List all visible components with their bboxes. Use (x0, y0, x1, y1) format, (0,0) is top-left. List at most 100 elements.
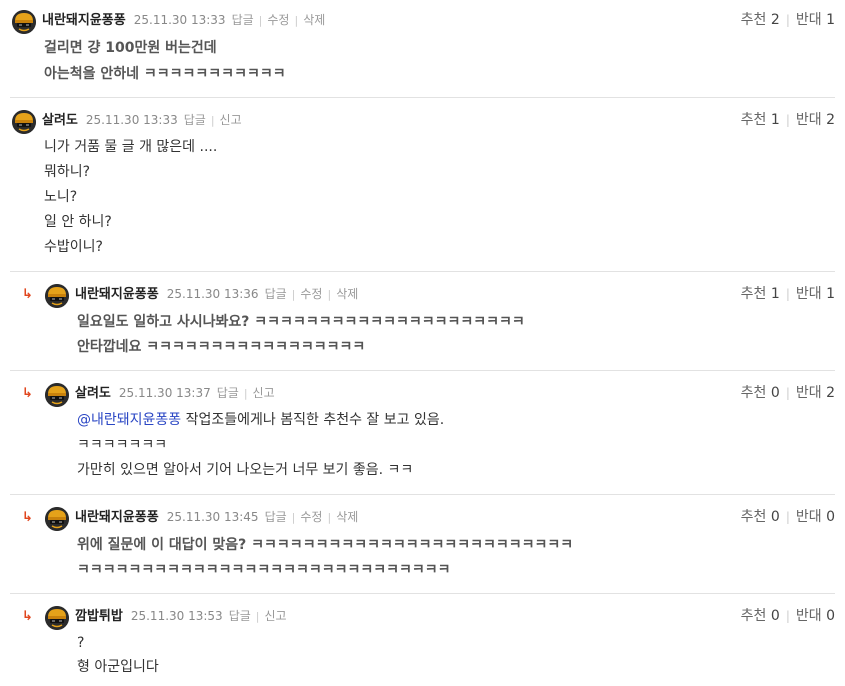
comment-author[interactable]: 살려도 (75, 386, 111, 401)
comment-author[interactable]: 살려도 (42, 113, 78, 128)
comment-line: 안타깝네요 ㅋㅋㅋㅋㅋㅋㅋㅋㅋㅋㅋㅋㅋㅋㅋㅋㅋ (77, 339, 366, 355)
comment-line: 노니? (44, 189, 78, 205)
upvote-label: 추천 (740, 509, 767, 525)
report-button[interactable]: 신고 (265, 609, 287, 623)
comment-line: 니가 거품 물 글 개 많은데 .... (44, 139, 218, 155)
downvote-count: 0 (826, 509, 835, 525)
reply-button[interactable]: 답글 (265, 287, 287, 301)
upvote-button[interactable]: 추천 2 (741, 12, 780, 28)
delete-button[interactable]: 삭제 (303, 13, 325, 27)
reply-arrow-icon: ↳ (22, 287, 33, 302)
comment-line: 가만히 있으면 알아서 기어 나오는거 너무 보기 좋음. ㅋㅋ (77, 462, 414, 478)
vote-box: 추천 2 | 반대 1 (741, 10, 835, 30)
comment-line: ? (77, 635, 85, 651)
upvote-label: 추천 (740, 112, 767, 128)
upvote-label: 추천 (740, 385, 767, 401)
report-button[interactable]: 신고 (253, 386, 275, 400)
downvote-count: 1 (826, 286, 835, 302)
upvote-count: 0 (770, 608, 780, 624)
divider: | (210, 114, 215, 127)
reply-arrow-icon: ↳ (22, 510, 33, 525)
comment-date: 25.11.30 13:45 (166, 510, 259, 524)
divider: | (258, 14, 263, 27)
upvote-button[interactable]: 추천 0 (741, 385, 780, 401)
divider (10, 97, 835, 98)
edit-button[interactable]: 수정 (267, 13, 289, 27)
downvote-label: 반대 (795, 608, 822, 624)
upvote-count: 1 (770, 286, 780, 302)
upvote-button[interactable]: 추천 1 (741, 286, 780, 302)
divider: | (785, 609, 790, 623)
divider (10, 271, 835, 272)
divider: | (785, 510, 790, 524)
vote-box: 추천 0 | 반대 0 (741, 507, 835, 527)
downvote-label: 반대 (795, 12, 822, 28)
upvote-label: 추천 (740, 12, 767, 28)
comment-date: 25.11.30 13:33 (85, 113, 178, 127)
vote-box: 추천 0 | 반대 0 (741, 606, 835, 626)
comment-line: 수밥이니? (44, 239, 103, 255)
upvote-count: 2 (770, 12, 780, 28)
comment-date: 25.11.30 13:53 (130, 609, 223, 623)
divider: | (243, 387, 248, 400)
divider: | (785, 386, 790, 400)
reply-arrow-icon: ↳ (22, 386, 33, 401)
reply-button[interactable]: 답글 (217, 386, 239, 400)
downvote-label: 반대 (795, 112, 822, 128)
comment-author[interactable]: 내란돼지윤퐁퐁 (75, 510, 159, 525)
comment-line: 뭐하니? (44, 164, 91, 180)
upvote-button[interactable]: 추천 0 (741, 509, 780, 525)
comment-author[interactable]: 내란돼지윤퐁퐁 (42, 13, 126, 28)
comment-line: 일요일도 일하고 사시나봐요? ㅋㅋㅋㅋㅋㅋㅋㅋㅋㅋㅋㅋㅋㅋㅋㅋㅋㅋㅋㅋㅋ (77, 314, 525, 330)
vote-box: 추천 1 | 반대 2 (741, 110, 835, 130)
divider (10, 593, 835, 594)
divider: | (291, 511, 296, 524)
edit-button[interactable]: 수정 (300, 510, 322, 524)
comment-line: 형 아군입니다 (77, 659, 159, 675)
comment-line: 일 안 하니? (44, 214, 112, 230)
reply-button[interactable]: 답글 (229, 609, 251, 623)
downvote-button[interactable]: 반대 0 (796, 608, 835, 624)
divider: | (327, 288, 332, 301)
delete-button[interactable]: 삭제 (336, 287, 358, 301)
downvote-count: 0 (826, 608, 835, 624)
avatar-icon[interactable] (45, 606, 69, 630)
avatar-icon[interactable] (45, 383, 69, 407)
divider: | (255, 610, 260, 623)
downvote-label: 반대 (795, 385, 822, 401)
avatar-icon[interactable] (12, 10, 36, 34)
comment-author[interactable]: 깜밥튀밥 (75, 609, 123, 624)
upvote-button[interactable]: 추천 0 (741, 608, 780, 624)
downvote-button[interactable]: 반대 1 (796, 286, 835, 302)
vote-box: 추천 0 | 반대 2 (741, 383, 835, 403)
mention-link[interactable]: @내란돼지윤퐁퐁 (77, 412, 181, 428)
reply-button[interactable]: 답글 (232, 13, 254, 27)
avatar-icon[interactable] (12, 110, 36, 134)
downvote-count: 2 (826, 385, 835, 401)
divider: | (785, 113, 790, 127)
downvote-button[interactable]: 반대 0 (796, 509, 835, 525)
avatar-icon[interactable] (45, 507, 69, 531)
reply-button[interactable]: 답글 (265, 510, 287, 524)
comment-line: ㅋㅋㅋㅋㅋㅋㅋ (77, 437, 168, 453)
downvote-label: 반대 (795, 286, 822, 302)
report-button[interactable]: 신고 (220, 113, 242, 127)
divider: | (294, 14, 299, 27)
avatar-icon[interactable] (45, 284, 69, 308)
divider: | (785, 287, 790, 301)
upvote-count: 1 (770, 112, 780, 128)
reply-button[interactable]: 답글 (184, 113, 206, 127)
comment-author[interactable]: 내란돼지윤퐁퐁 (75, 287, 159, 302)
downvote-button[interactable]: 반대 1 (796, 12, 835, 28)
delete-button[interactable]: 삭제 (336, 510, 358, 524)
downvote-button[interactable]: 반대 2 (796, 112, 835, 128)
comment-line: 걸리면 걍 100만원 버는건데 (44, 40, 217, 56)
edit-button[interactable]: 수정 (300, 287, 322, 301)
comment-line: 아는척을 안하네 ㅋㅋㅋㅋㅋㅋㅋㅋㅋㅋㅋ (44, 66, 286, 82)
downvote-button[interactable]: 반대 2 (796, 385, 835, 401)
downvote-count: 1 (826, 12, 835, 28)
downvote-count: 2 (826, 112, 835, 128)
upvote-button[interactable]: 추천 1 (741, 112, 780, 128)
comment-text: 작업조들에게나 봄직한 추천수 잘 보고 있음. (185, 412, 445, 428)
reply-arrow-icon: ↳ (22, 609, 33, 624)
